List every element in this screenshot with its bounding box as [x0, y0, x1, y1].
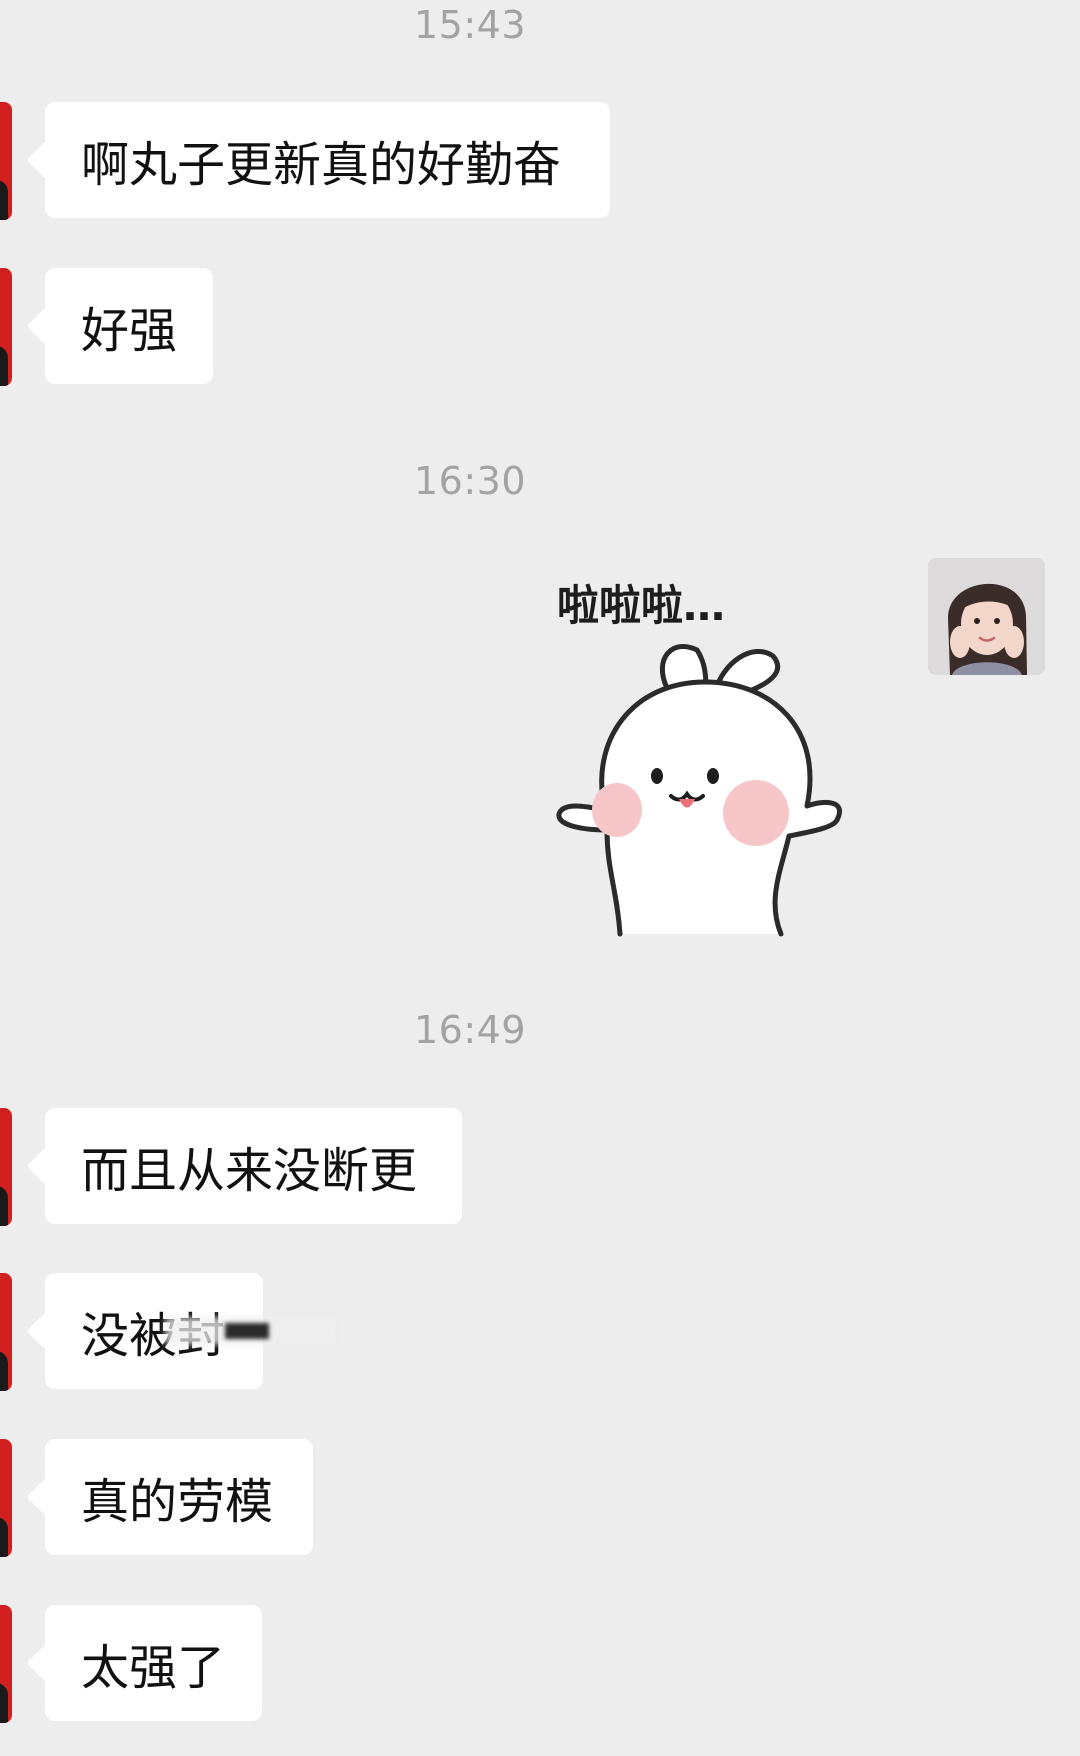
message-bubble[interactable]: 啊丸子更新真的好勤奋: [45, 102, 610, 218]
contact-avatar[interactable]: [0, 1605, 12, 1723]
message-bubble[interactable]: 没被封: [45, 1273, 335, 1389]
contact-avatar[interactable]: [0, 1108, 12, 1226]
user-avatar[interactable]: [928, 558, 1045, 675]
contact-avatar[interactable]: [0, 1273, 12, 1391]
contact-avatar[interactable]: [0, 102, 12, 220]
message-bubble[interactable]: 而且从来没断更: [45, 1108, 462, 1224]
message-text: 真的劳模: [81, 1474, 274, 1530]
censor-mark: [225, 1323, 269, 1339]
sticker-caption: 啦啦啦…: [557, 581, 725, 630]
message-bubble[interactable]: 好强: [45, 268, 213, 384]
timestamp: 16:49: [413, 1008, 526, 1052]
message-text: 而且从来没断更: [81, 1143, 418, 1199]
message-bubble[interactable]: 真的劳模: [45, 1439, 313, 1555]
message-text: 好强: [81, 303, 178, 359]
message-text: 太强了: [81, 1640, 226, 1696]
contact-avatar[interactable]: [0, 268, 12, 386]
timestamp: 15:43: [413, 3, 526, 47]
message-bubble[interactable]: 太强了: [45, 1605, 262, 1721]
rabbit-sticker[interactable]: 啦啦啦…: [555, 570, 855, 940]
message-text: 啊丸子更新真的好勤奋: [81, 137, 562, 193]
timestamp: 16:30: [413, 459, 526, 503]
contact-avatar[interactable]: [0, 1439, 12, 1557]
